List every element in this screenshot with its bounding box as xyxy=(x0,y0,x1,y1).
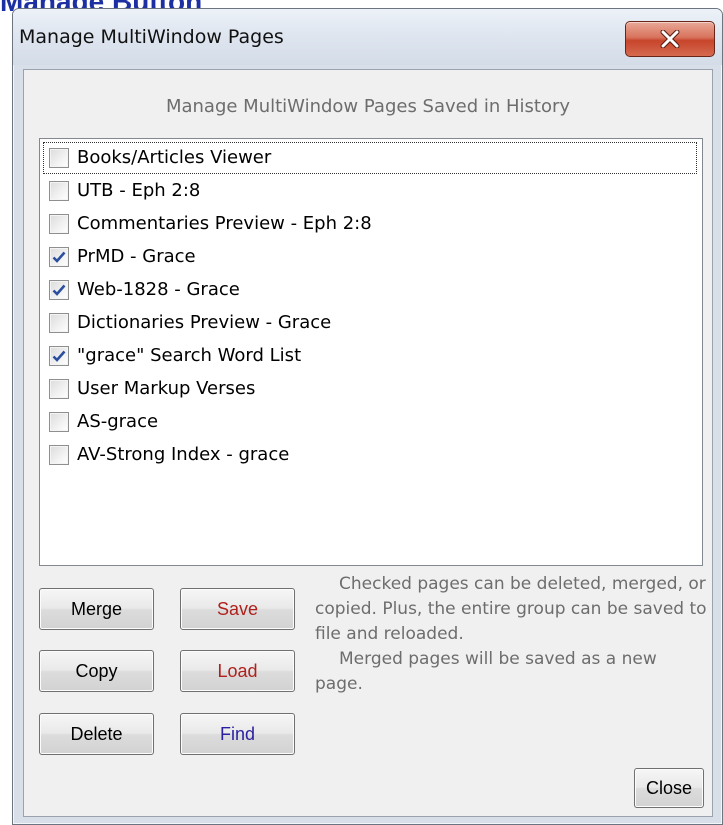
save-button[interactable]: Save xyxy=(180,588,295,630)
list-item[interactable]: Web-1828 - Grace xyxy=(40,273,702,306)
list-item[interactable]: User Markup Verses xyxy=(40,372,702,405)
window-title: Manage MultiWindow Pages xyxy=(19,26,284,48)
dialog-subtitle: Manage MultiWindow Pages Saved in Histor… xyxy=(165,96,571,117)
page-checkbox[interactable] xyxy=(49,444,69,465)
list-item[interactable]: AV-Strong Index - grace xyxy=(40,438,702,471)
list-item-label: UTB - Eph 2:8 xyxy=(77,180,201,201)
checkmark-icon xyxy=(52,350,66,362)
list-item-label: Books/Articles Viewer xyxy=(77,147,272,168)
close-x-icon xyxy=(660,30,680,48)
manage-multiwindow-pages-dialog: Manage MultiWindow Pages Manage MultiWin… xyxy=(12,8,723,825)
list-item-label: User Markup Verses xyxy=(77,378,256,399)
page-checkbox[interactable] xyxy=(49,378,69,399)
list-item-label: "grace" Search Word List xyxy=(77,345,302,366)
page-checkbox[interactable] xyxy=(49,147,69,168)
list-item-label: AV-Strong Index - grace xyxy=(77,444,290,465)
page-checkbox[interactable] xyxy=(49,246,69,267)
list-item[interactable]: "grace" Search Word List xyxy=(40,339,702,372)
copy-button[interactable]: Copy xyxy=(39,650,154,692)
list-item-label: PrMD - Grace xyxy=(77,246,196,267)
page-checkbox[interactable] xyxy=(49,279,69,300)
list-item[interactable]: AS-grace xyxy=(40,405,702,438)
load-button[interactable]: Load xyxy=(180,650,295,692)
list-item[interactable]: UTB - Eph 2:8 xyxy=(40,174,702,207)
page-checkbox[interactable] xyxy=(49,411,69,432)
list-item-label: AS-grace xyxy=(77,411,159,432)
help-paragraph-checked: Checked pages can be deleted, merged, or… xyxy=(315,574,707,644)
list-item[interactable]: Commentaries Preview - Eph 2:8 xyxy=(40,207,702,240)
list-item-label: Web-1828 - Grace xyxy=(77,279,240,300)
list-item[interactable]: Dictionaries Preview - Grace xyxy=(40,306,702,339)
window-close-button[interactable] xyxy=(625,21,715,57)
saved-pages-list[interactable]: Books/Articles Viewer UTB - Eph 2:8 Commen… xyxy=(39,138,703,566)
merge-button[interactable]: Merge xyxy=(39,588,154,630)
close-button[interactable]: Close xyxy=(634,768,704,808)
find-button[interactable]: Find xyxy=(180,713,295,755)
page-checkbox[interactable] xyxy=(49,213,69,234)
help-paragraph-merged: Merged pages will be saved as a new page… xyxy=(315,649,657,694)
list-item[interactable]: Books/Articles Viewer xyxy=(40,141,702,174)
checkmark-icon xyxy=(52,251,66,263)
delete-button[interactable]: Delete xyxy=(39,713,154,755)
page-checkbox[interactable] xyxy=(49,345,69,366)
list-item-label: Dictionaries Preview - Grace xyxy=(77,312,332,333)
help-text: Checked pages can be deleted, merged, or… xyxy=(315,572,707,697)
page-checkbox[interactable] xyxy=(49,180,69,201)
list-item-label: Commentaries Preview - Eph 2:8 xyxy=(77,213,372,234)
title-bar[interactable]: Manage MultiWindow Pages xyxy=(13,9,722,65)
dialog-body: Manage MultiWindow Pages Saved in Histor… xyxy=(23,69,713,817)
page-checkbox[interactable] xyxy=(49,312,69,333)
checkmark-icon xyxy=(52,284,66,296)
list-item[interactable]: PrMD - Grace xyxy=(40,240,702,273)
